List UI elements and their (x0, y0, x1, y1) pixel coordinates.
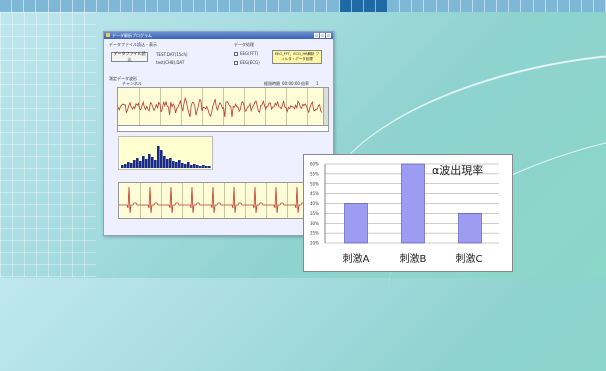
alpha-wave-chart: 20% 25% 30% 35% 40% 45% 50% 55% 60% α波出現率 刺激A 刺激… (303, 154, 513, 272)
checkbox-icon (234, 51, 238, 56)
histogram-bar (157, 146, 160, 168)
window-titlebar: データ解析プログラム (104, 32, 333, 39)
histogram-bar (199, 166, 202, 168)
y-tick-label: 55% (310, 171, 319, 176)
histogram-bar (181, 163, 184, 168)
histogram-bar (163, 156, 166, 168)
histogram-bar (121, 165, 124, 168)
file-name-text: TEST.DAT(15ch) (156, 52, 188, 57)
file-info-text: test(CH8).DAT (156, 60, 185, 65)
top-banner (0, 0, 606, 12)
app-window: データ解析プログラム データファイル読込・表示 データファイル読込 TEST.D… (103, 31, 334, 236)
histogram-bar (151, 157, 154, 168)
histogram-bar (208, 166, 211, 168)
zoom-value: 1 (316, 81, 319, 86)
histogram-bar (202, 165, 205, 168)
histogram-bar (166, 159, 169, 168)
x-tick-label: 刺激B (399, 254, 427, 265)
maximize-icon[interactable] (320, 33, 325, 38)
bar-1 (344, 203, 368, 244)
ecg-trace (119, 186, 306, 214)
histogram-bar (184, 164, 187, 168)
eeg-ecg-checkbox[interactable]: EEG(ECG) (234, 60, 260, 65)
histogram-bar (193, 164, 196, 168)
y-tick-label: 25% (310, 231, 319, 236)
minimize-icon[interactable] (314, 33, 319, 38)
histogram-bar (136, 158, 139, 168)
bar-2 (401, 163, 425, 244)
app-icon (106, 33, 110, 37)
close-icon[interactable] (326, 33, 331, 38)
eeg-waveform-panel (117, 87, 329, 132)
time-value: 00:00:00 (282, 81, 300, 86)
fft-histogram (121, 146, 211, 168)
scrollbar[interactable] (323, 88, 328, 127)
eeg-trace (118, 96, 323, 118)
run-analysis-button[interactable]: EEG_FFT、ECG_HR解析 フィルタ・データ処理 (272, 50, 322, 64)
y-tick-label: 60% (310, 162, 319, 167)
histogram-bar (187, 162, 190, 168)
x-tick-label: 刺激A (342, 254, 370, 265)
y-tick-label: 40% (310, 201, 319, 206)
histogram-bar (196, 165, 199, 168)
histogram-bar (139, 161, 142, 168)
histogram-bar (190, 165, 193, 168)
ecg-waveform-panel (118, 182, 307, 219)
histogram-bar (124, 164, 127, 168)
histogram-bar (169, 158, 172, 168)
window-title: データ解析プログラム (112, 33, 152, 38)
fft-histogram-panel (118, 136, 213, 170)
histogram-bar (154, 160, 157, 168)
chart-title: α波出現率 (432, 164, 484, 177)
histogram-bar (133, 160, 136, 168)
y-tick-label: 35% (310, 211, 319, 216)
load-file-button[interactable]: データファイル読込 (111, 51, 148, 62)
y-tick-label: 45% (310, 191, 319, 196)
file-group-label: データファイル読込・表示 (109, 42, 157, 47)
histogram-bar (205, 166, 208, 168)
histogram-bar (175, 162, 178, 168)
y-tick-label: 50% (310, 181, 319, 186)
eeg-fft-checkbox[interactable]: EEG(FFT) (234, 51, 258, 56)
x-tick-label: 刺激C (455, 254, 483, 265)
bar-3 (458, 213, 482, 244)
histogram-bar (142, 156, 145, 168)
histogram-bar (127, 162, 130, 168)
histogram-bar (130, 163, 133, 168)
histogram-bar (178, 160, 181, 168)
process-group-label: データ処理 (234, 42, 254, 47)
histogram-bar (172, 161, 175, 168)
histogram-bar (160, 150, 163, 168)
time-scale (118, 125, 328, 131)
histogram-bar (145, 159, 148, 168)
y-tick-label: 20% (310, 241, 319, 246)
y-tick-label: 30% (310, 221, 319, 226)
histogram-bar (148, 154, 151, 168)
checkbox-icon (234, 60, 238, 65)
background-grid (0, 12, 96, 278)
